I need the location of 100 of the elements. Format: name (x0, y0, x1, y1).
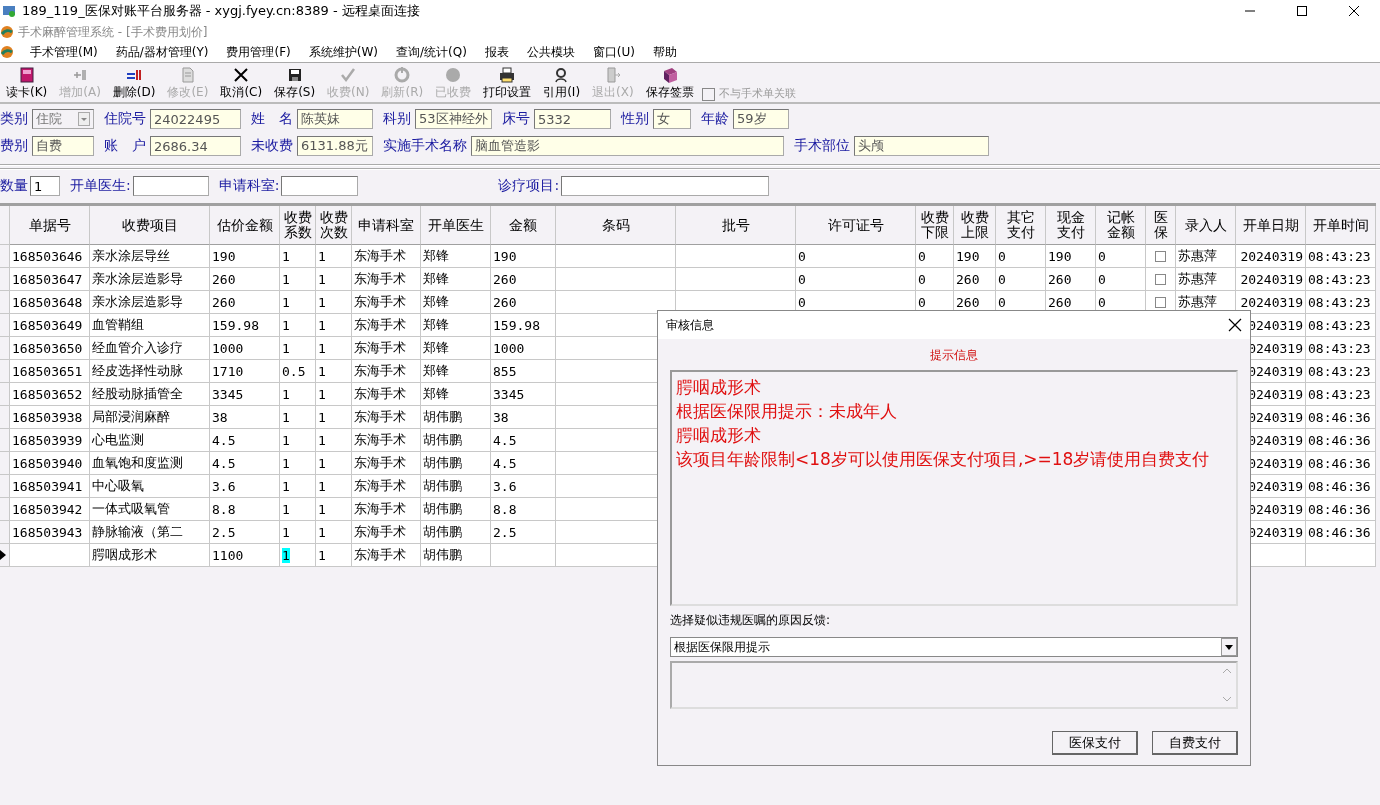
table-cell: 东海手术 (352, 314, 421, 337)
text-field[interactable]: 自费 (32, 136, 94, 156)
table-cell: 3345 (491, 383, 556, 406)
table-cell: 苏惠萍 (1176, 268, 1236, 291)
dialog-button[interactable]: 医保支付 (1052, 731, 1138, 755)
table-cell: 1 (280, 521, 316, 544)
maximize-icon[interactable] (1296, 5, 1308, 17)
dialog-title: 审核信息 (666, 316, 714, 334)
dialog-button[interactable]: 自费支付 (1152, 731, 1238, 755)
input-field[interactable]: 1 (30, 176, 60, 196)
table-cell: 东海手术 (352, 268, 421, 291)
table-cell: 心电监测 (90, 429, 210, 452)
field-label: 申请科室: (218, 177, 280, 195)
window-title: 189_119_医保对账平台服务器 - xygj.fyey.cn:8389 - 远程桌面连接 (22, 2, 420, 20)
table-cell: 东海手术 (352, 291, 421, 314)
column-header: 录入人 (1176, 206, 1236, 245)
table-cell: 168503938 (10, 406, 90, 429)
table-cell: 855 (491, 360, 556, 383)
table-cell: 08:46:36 (1306, 452, 1376, 475)
table-cell: 0 (1096, 245, 1146, 268)
scroll-up-icon[interactable] (1222, 667, 1232, 675)
row-header[interactable] (0, 544, 10, 567)
text-field[interactable]: 53区神经外 (415, 109, 492, 129)
table-cell: 190 (1046, 245, 1096, 268)
refresh-icon (393, 66, 412, 84)
table-cell: 1 (280, 268, 316, 291)
checkbox[interactable] (1155, 296, 1166, 308)
table-cell: 郑锋 (421, 383, 491, 406)
toolbar-button[interactable]: 删除(D) (106, 66, 162, 101)
text-field[interactable]: 24022495 (150, 109, 241, 129)
toolbar-button[interactable]: 保存签票 (639, 66, 700, 101)
table-cell: 中心吸氧 (90, 475, 210, 498)
column-header: 记帐金额 (1096, 206, 1146, 245)
table-cell: 亲水涂层造影导 (90, 291, 210, 314)
text-field[interactable]: 2686.34 (150, 136, 241, 156)
table-cell: 8.8 (210, 498, 280, 521)
menu-item[interactable]: 手术管理(M) (28, 43, 100, 61)
table-cell: 经皮选择性动脉 (90, 360, 210, 383)
field-label: 住院号 (104, 110, 146, 128)
toolbar-button[interactable]: 读卡(K) (0, 66, 54, 101)
reason-dropdown[interactable]: 根据医保限用提示 (670, 637, 1238, 657)
text-field[interactable]: 头颅 (854, 136, 989, 156)
checkbox[interactable] (1155, 273, 1166, 285)
menu-item[interactable]: 费用管理(F) (224, 43, 293, 61)
column-header: 医保 (1146, 206, 1176, 245)
input-field[interactable] (561, 176, 770, 196)
table-cell: 经股动脉插管全 (90, 383, 210, 406)
text-field[interactable]: 59岁 (733, 109, 789, 129)
message-line: 该项目年龄限制<18岁可以使用医保支付项目,>=18岁请使用自费支付 (676, 448, 1210, 470)
toolbar-button[interactable]: 打印设置 (477, 66, 538, 101)
text-field[interactable]: 女 (653, 109, 691, 129)
table-cell: 胡伟鹏 (421, 475, 491, 498)
close-button[interactable] (1228, 318, 1242, 332)
table-cell: 4.5 (210, 429, 280, 452)
table-cell: 08:46:36 (1306, 498, 1376, 521)
table-cell: 168503943 (10, 521, 90, 544)
table-cell: 08:43:23 (1306, 268, 1376, 291)
combo-box[interactable]: 住院 (32, 109, 94, 129)
text-field[interactable]: 脑血管造影 (471, 136, 784, 156)
row-pointer-icon (0, 550, 6, 560)
table-cell: 08:46:36 (1306, 521, 1376, 544)
text-field[interactable]: 6131.88元 (297, 136, 373, 156)
table-cell: 1 (316, 406, 352, 429)
table-cell: 1 (316, 314, 352, 337)
table-cell: 159.98 (491, 314, 556, 337)
toolbar-button[interactable]: 引用(I) (537, 66, 587, 101)
table-cell: 胡伟鹏 (421, 544, 491, 567)
menu-item[interactable]: 帮助 (651, 43, 679, 61)
table-cell: 168503652 (10, 383, 90, 406)
table-cell: 1 (316, 360, 352, 383)
table-cell: 1 (316, 245, 352, 268)
field-label: 性别 (621, 110, 649, 128)
input-field[interactable] (132, 176, 209, 196)
toolbar-button[interactable]: 取消(C) (214, 66, 269, 101)
toolbar-button[interactable]: 保存(S) (268, 66, 322, 101)
text-field[interactable]: 陈英妹 (297, 109, 373, 129)
scroll-down-icon[interactable] (1222, 695, 1232, 703)
table-cell: 1 (316, 521, 352, 544)
table-cell: 1 (316, 429, 352, 452)
menu-item[interactable]: 药品/器材管理(Y) (113, 43, 211, 61)
menu-item[interactable]: 报表 (482, 43, 511, 61)
input-field[interactable] (281, 176, 359, 196)
menu-item[interactable]: 系统维护(W) (306, 43, 380, 61)
table-cell: 东海手术 (352, 498, 421, 521)
text-area[interactable] (670, 661, 1238, 709)
table-cell: 190 (954, 245, 996, 268)
text-field[interactable]: 5332 (534, 109, 611, 129)
menu-item[interactable]: 查询/统计(Q) (393, 43, 469, 61)
table-cell: 东海手术 (352, 452, 421, 475)
table-cell: 0 (916, 245, 954, 268)
menu-item[interactable]: 窗口(U) (590, 43, 637, 61)
table-cell: 4.5 (491, 452, 556, 475)
checkbox[interactable] (1155, 250, 1166, 262)
card-icon (17, 66, 36, 84)
menu-item[interactable]: 公共模块 (524, 43, 577, 61)
table-cell: 胡伟鹏 (421, 521, 491, 544)
close-icon[interactable] (1348, 5, 1360, 17)
table-cell: 08:46:36 (1306, 475, 1376, 498)
table-cell: 260 (210, 268, 280, 291)
table-cell: 08:43:23 (1306, 383, 1376, 406)
